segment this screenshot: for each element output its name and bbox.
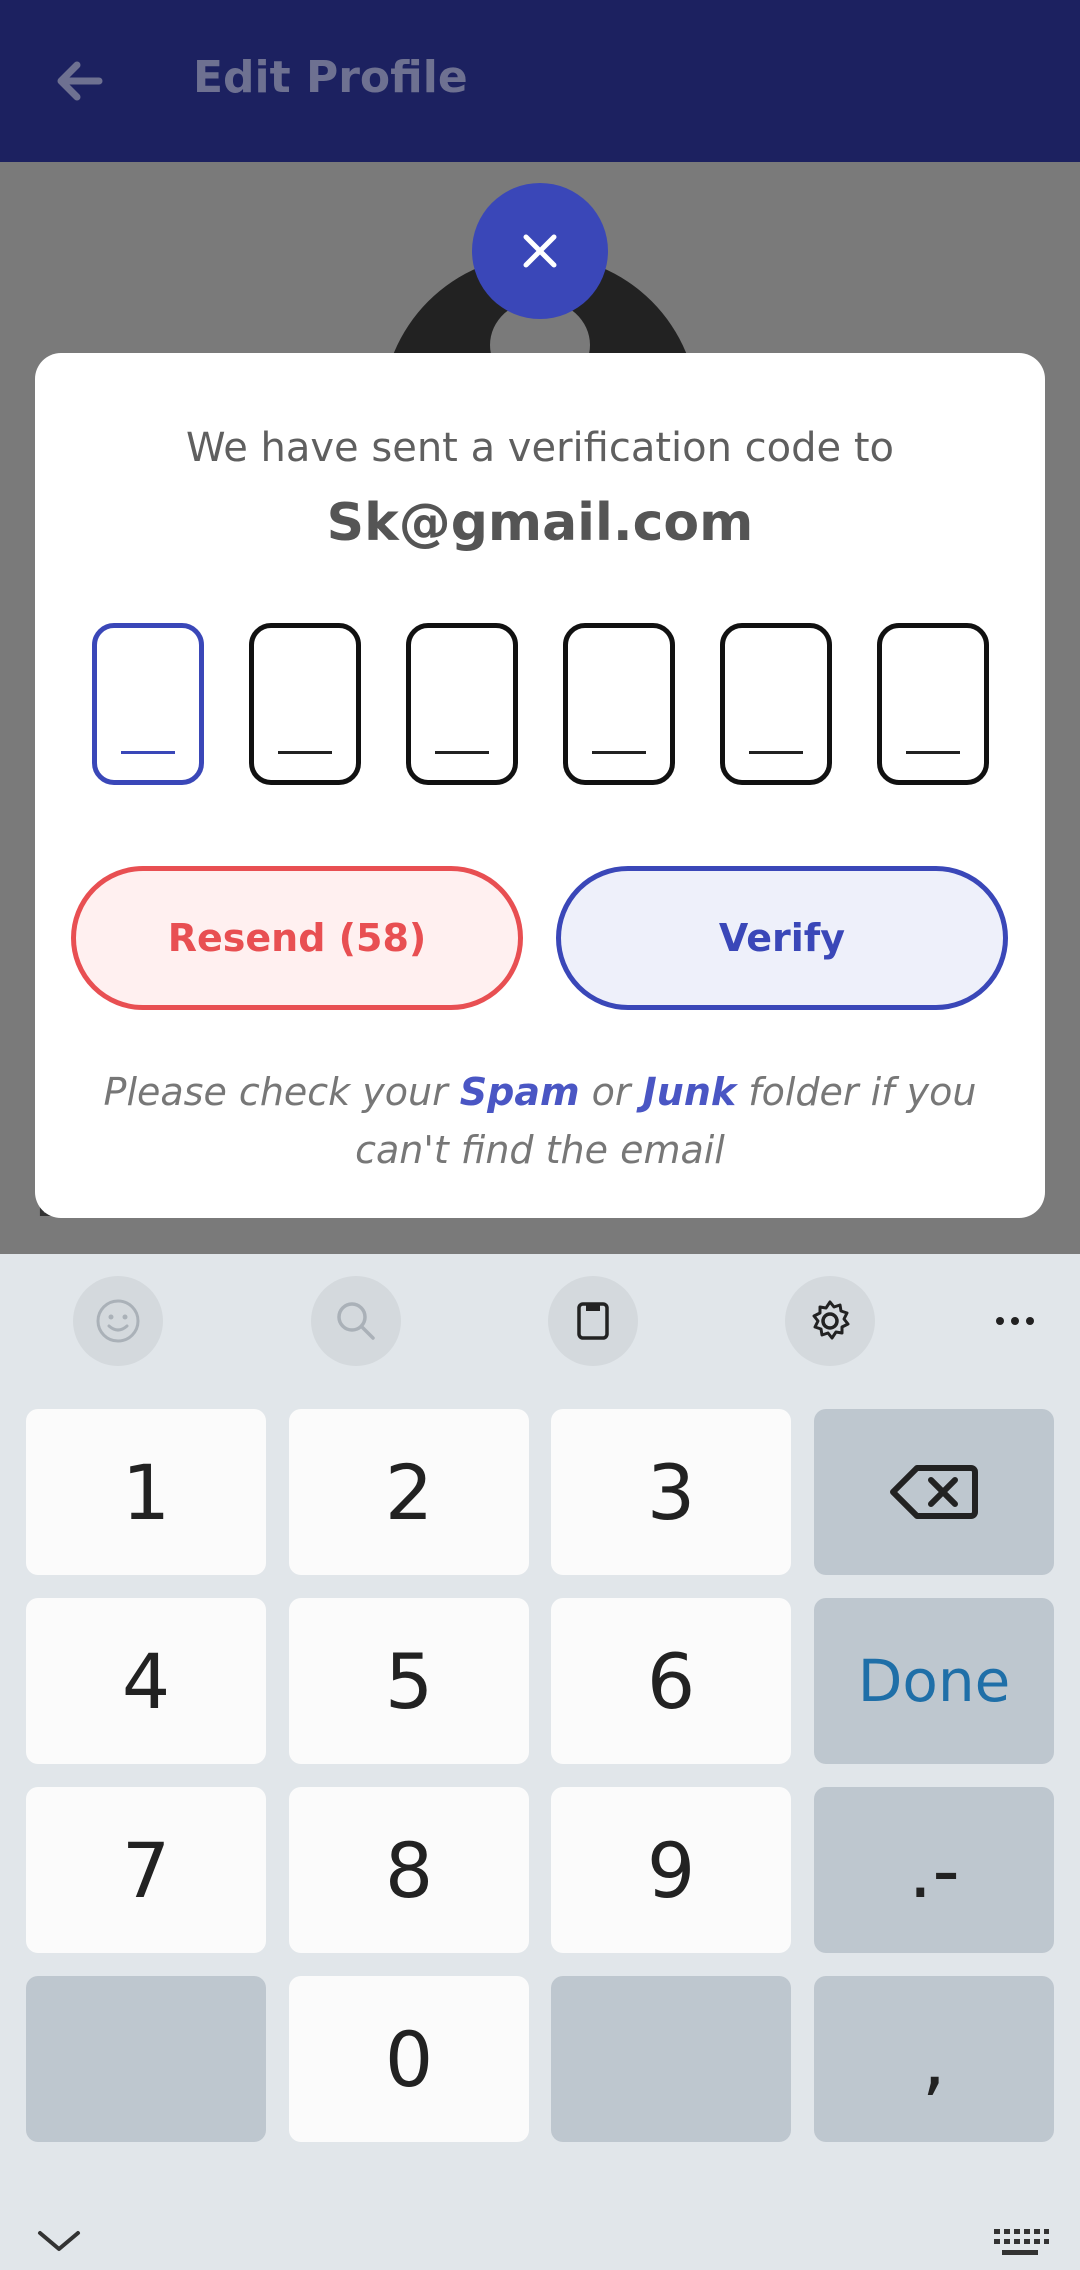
spam-hint: Please check your Spam or Junk folder if… (75, 1063, 1005, 1179)
page-title: Edit Profile (193, 52, 468, 103)
otp-digit-2[interactable] (249, 623, 361, 785)
key-6[interactable]: 6 (551, 1598, 791, 1764)
verification-message: We have sent a verification code to (185, 425, 895, 471)
resend-button[interactable]: Resend (58) (71, 866, 523, 1010)
keyboard-icon (994, 2229, 1049, 2255)
otp-digit-6[interactable] (877, 623, 989, 785)
otp-digit-5[interactable] (720, 623, 832, 785)
spam-hint-part2: or (579, 1070, 643, 1114)
emoji-icon (96, 1299, 140, 1343)
spam-hint-junk: Junk (642, 1070, 737, 1114)
emoji-button[interactable] (73, 1276, 163, 1366)
otp-input-row (92, 623, 992, 785)
back-button[interactable] (48, 50, 110, 112)
verify-button[interactable]: Verify (556, 866, 1008, 1010)
blank-key-left[interactable] (26, 1976, 266, 2142)
backspace-key[interactable] (814, 1409, 1054, 1575)
clipboard-icon (577, 1302, 609, 1340)
otp-digit-1[interactable] (92, 623, 204, 785)
key-0[interactable]: 0 (289, 1976, 529, 2142)
verification-dialog: We have sent a verification code to Sk@g… (35, 353, 1045, 1218)
key-9[interactable]: 9 (551, 1787, 791, 1953)
close-dialog-button[interactable] (472, 183, 608, 319)
key-7[interactable]: 7 (26, 1787, 266, 1953)
clipboard-button[interactable] (548, 1276, 638, 1366)
more-button[interactable] (970, 1276, 1060, 1366)
chevron-down-icon (38, 2231, 80, 2251)
done-key[interactable]: Done (814, 1598, 1054, 1764)
key-1[interactable]: 1 (26, 1409, 266, 1575)
spam-hint-part1: Please check your (103, 1070, 460, 1114)
settings-icon (812, 1300, 850, 1340)
collapse-keyboard-button[interactable] (34, 2225, 84, 2255)
search-button[interactable] (311, 1276, 401, 1366)
close-icon (523, 234, 557, 268)
spam-hint-spam: Spam (459, 1070, 580, 1114)
backspace-icon (890, 1465, 978, 1519)
key-5[interactable]: 5 (289, 1598, 529, 1764)
verification-email: Sk@gmail.com (326, 493, 754, 553)
more-icon (996, 1317, 1034, 1325)
dot-dash-key[interactable]: .- (814, 1787, 1054, 1953)
switch-keyboard-button[interactable] (990, 2225, 1050, 2259)
key-2[interactable]: 2 (289, 1409, 529, 1575)
app-bar: Edit Profile (0, 0, 1080, 162)
blank-key-right[interactable] (551, 1976, 791, 2142)
comma-key[interactable]: , (814, 1976, 1054, 2142)
otp-digit-4[interactable] (563, 623, 675, 785)
otp-digit-3[interactable] (406, 623, 518, 785)
arrow-left-icon (57, 61, 103, 101)
key-8[interactable]: 8 (289, 1787, 529, 1953)
search-icon (337, 1302, 375, 1340)
key-4[interactable]: 4 (26, 1598, 266, 1764)
key-3[interactable]: 3 (551, 1409, 791, 1575)
settings-button[interactable] (785, 1276, 875, 1366)
